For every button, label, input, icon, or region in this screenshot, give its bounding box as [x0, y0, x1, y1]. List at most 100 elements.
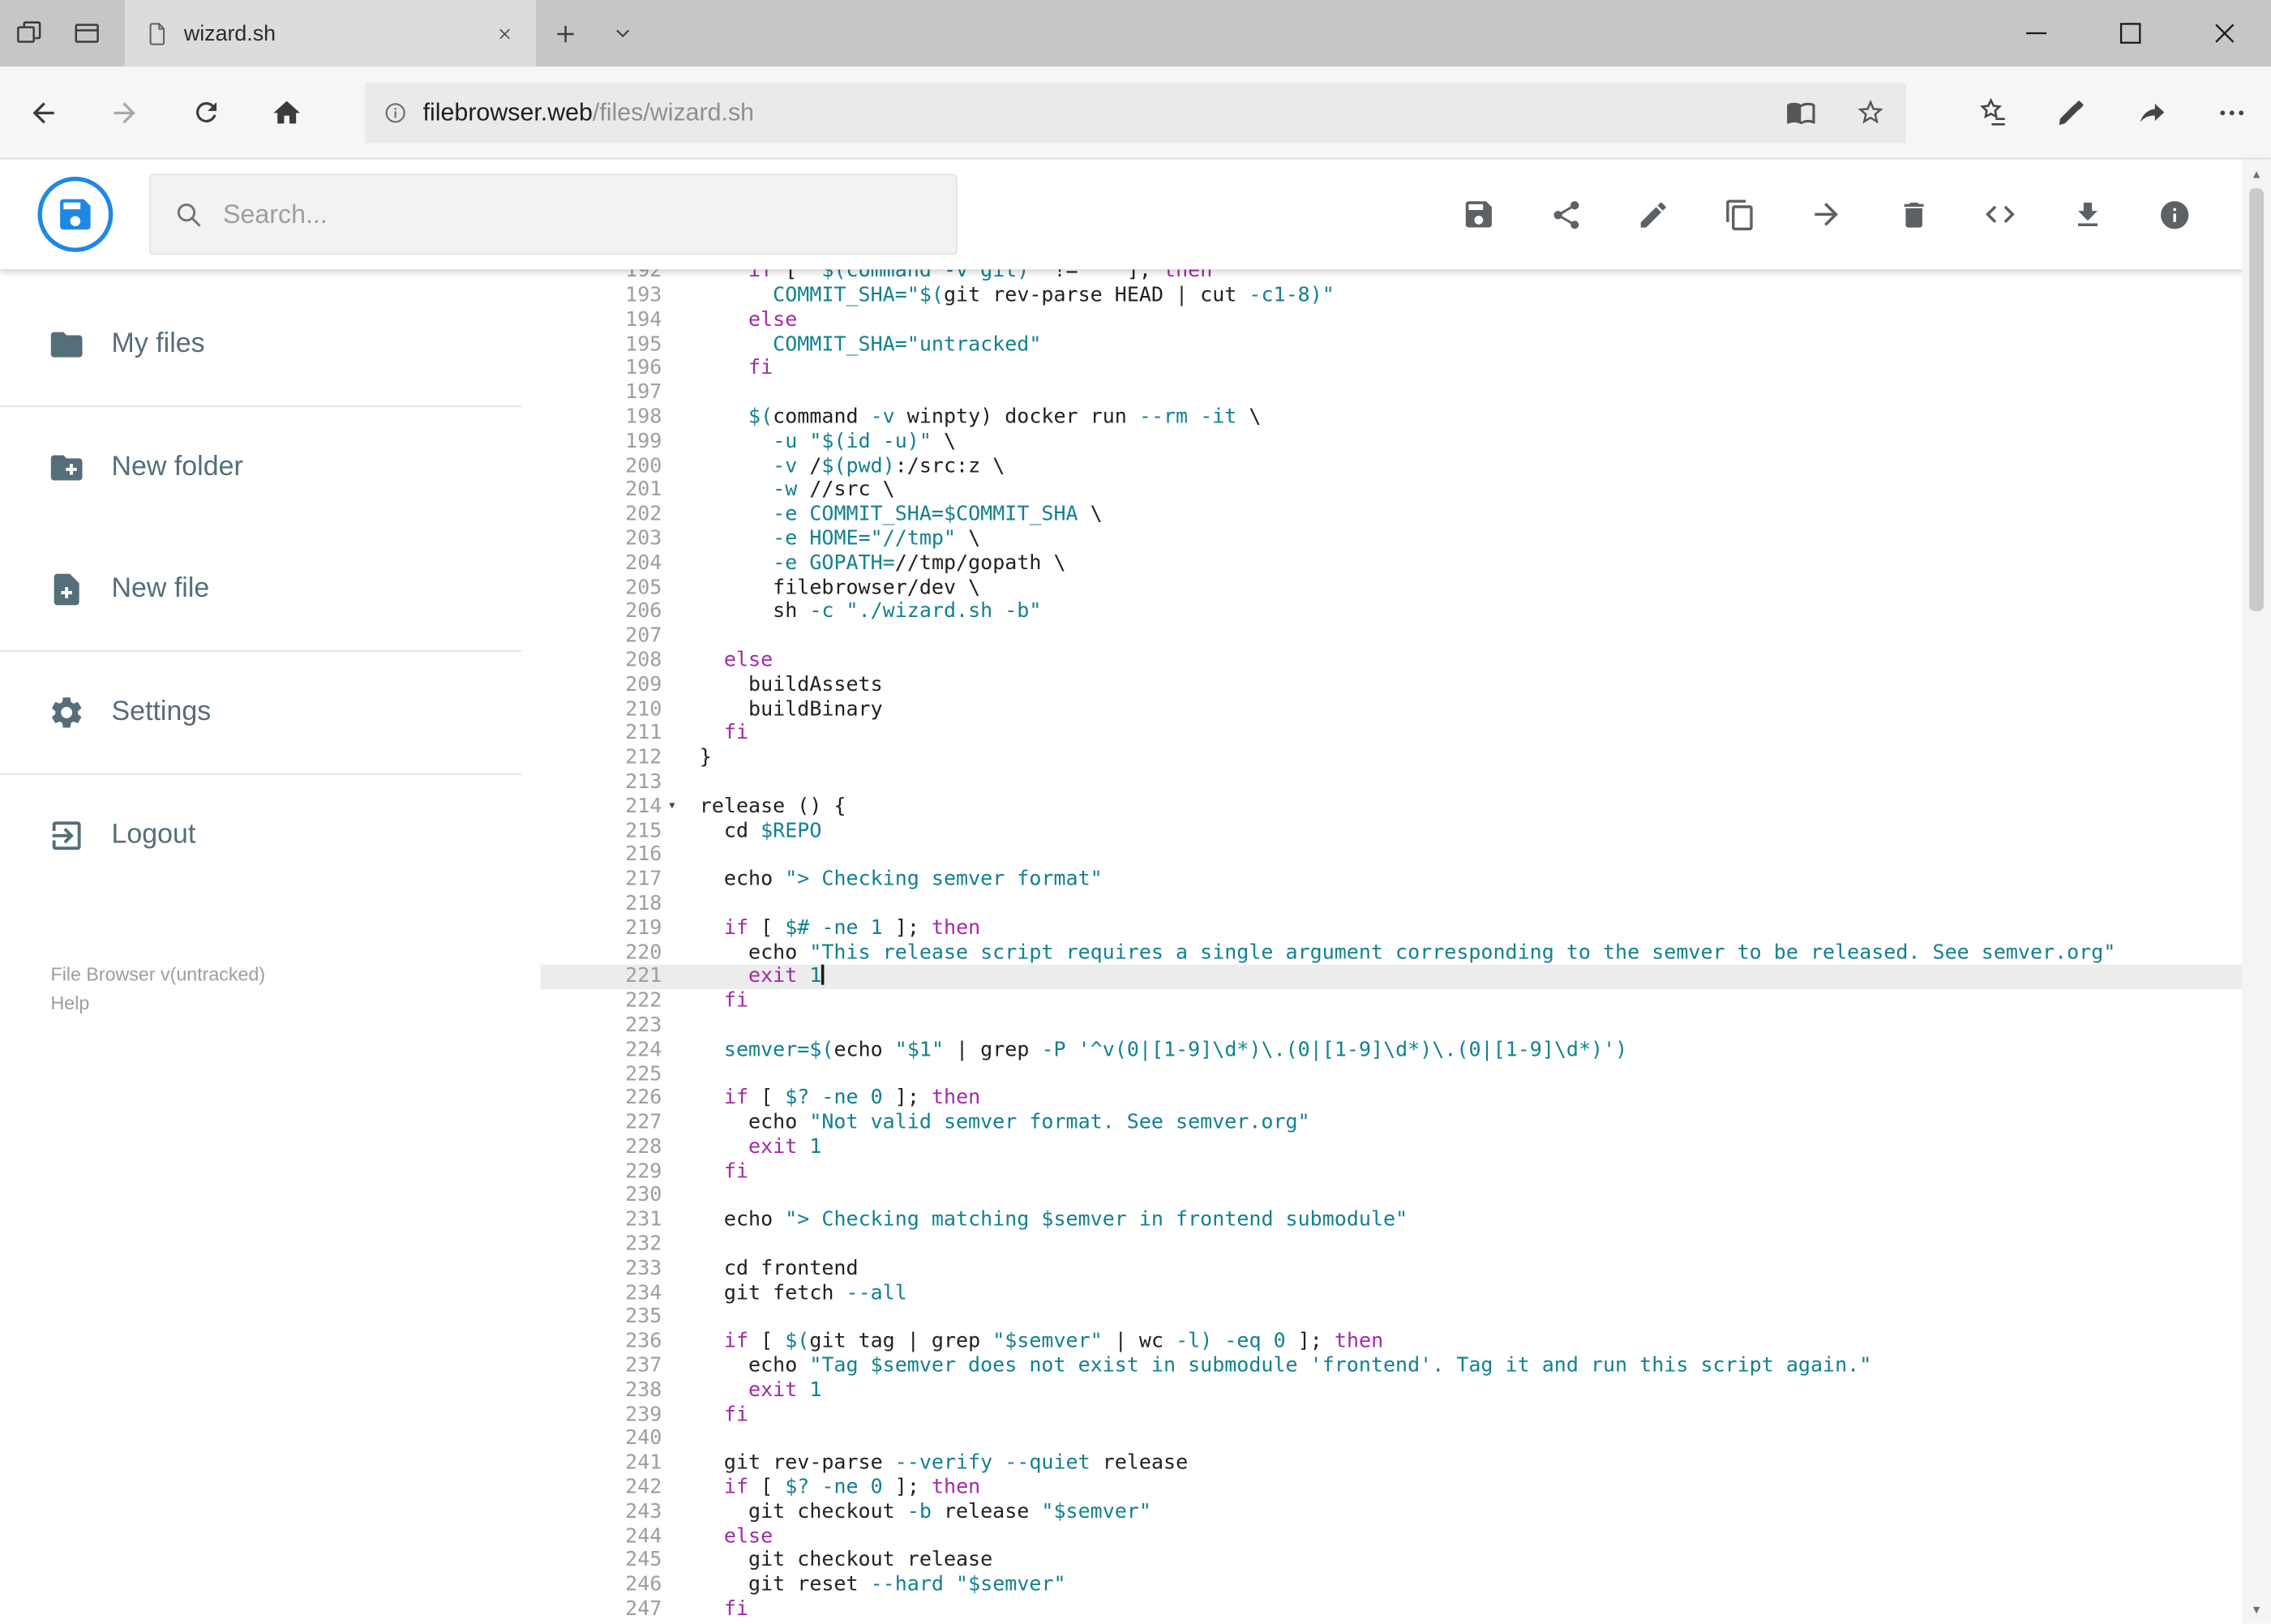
code-line[interactable]: 241 git rev-parse --verify --quiet relea… [540, 1451, 2271, 1476]
share-button[interactable] [2112, 80, 2192, 144]
code-line[interactable]: 192 if [ "$(command -v git)" != "" ]; th… [540, 269, 2271, 284]
info-button[interactable] [2157, 197, 2192, 232]
search-input[interactable] [223, 199, 933, 230]
code-line[interactable]: 207 [540, 624, 2271, 649]
scrollbar-thumb[interactable] [2249, 188, 2265, 611]
code-line[interactable]: 223 [540, 1013, 2271, 1038]
raw-view-button[interactable] [1983, 197, 2018, 232]
move-button[interactable] [1809, 197, 1844, 232]
code-editor[interactable]: 192 if [ "$(command -v git)" != "" ]; th… [540, 269, 2271, 1624]
sidebar-item-new-file[interactable]: New file [0, 529, 540, 650]
code-line[interactable]: 246 git reset --hard "$semver" [540, 1573, 2271, 1597]
code-line[interactable]: 208 else [540, 649, 2271, 673]
code-line[interactable]: 203 -e HOME="//tmp" \ [540, 527, 2271, 551]
code-line[interactable]: 229 fi [540, 1159, 2271, 1184]
sidebar-item-my-files[interactable]: My files [0, 284, 540, 405]
sidebar-item-settings[interactable]: Settings [0, 652, 540, 773]
code-line[interactable]: 209 buildAssets [540, 673, 2271, 697]
code-line[interactable]: 236 if [ $(git tag | grep "$semver" | wc… [540, 1330, 2271, 1354]
code-line[interactable]: 195 COMMIT_SHA="untracked" [540, 332, 2271, 357]
sidebar-item-new-folder[interactable]: New folder [0, 407, 540, 529]
code-line[interactable]: 233 cd frontend [540, 1257, 2271, 1281]
code-line[interactable]: 244 else [540, 1524, 2271, 1549]
scroll-down-arrow-icon[interactable]: ▼ [2242, 1595, 2271, 1624]
code-line[interactable]: 247 fi [540, 1597, 2271, 1622]
forward-button[interactable] [92, 80, 156, 144]
code-line[interactable]: 230 [540, 1184, 2271, 1208]
refresh-button[interactable] [174, 80, 238, 144]
code-line[interactable]: 238 exit 1 [540, 1378, 2271, 1403]
set-tabs-aside-button[interactable] [0, 0, 58, 66]
code-line[interactable]: 239 fi [540, 1403, 2271, 1427]
code-line[interactable]: 227 echo "Not valid semver format. See s… [540, 1111, 2271, 1135]
code-line[interactable]: 219 if [ $# -ne 1 ]; then [540, 916, 2271, 941]
code-line[interactable]: 216 [540, 843, 2271, 868]
code-line[interactable]: 231 echo "> Checking matching $semver in… [540, 1208, 2271, 1232]
download-button[interactable] [2070, 197, 2105, 232]
scroll-up-arrow-icon[interactable]: ▲ [2242, 159, 2271, 188]
code-line[interactable]: 205 filebrowser/dev \ [540, 576, 2271, 600]
code-line[interactable]: 210 buildBinary [540, 697, 2271, 722]
address-bar[interactable]: filebrowser.web/files/wizard.sh [365, 81, 1906, 143]
fold-marker-icon[interactable]: ▾ [662, 795, 682, 819]
back-button[interactable] [11, 80, 75, 144]
code-line[interactable]: 245 git checkout release [540, 1549, 2271, 1573]
tab-close-button[interactable] [490, 19, 519, 48]
code-line[interactable]: 197 [540, 381, 2271, 405]
code-line[interactable]: 211 fi [540, 722, 2271, 746]
rename-button[interactable] [1635, 197, 1670, 232]
code-line[interactable]: 242 if [ $? -ne 0 ]; then [540, 1476, 2271, 1500]
code-line[interactable]: 213 [540, 770, 2271, 795]
code-line[interactable]: 200 -v /$(pwd):/src:z \ [540, 454, 2271, 478]
code-line[interactable]: 193 COMMIT_SHA="$(git rev-parse HEAD | c… [540, 284, 2271, 308]
code-line[interactable]: 196 fi [540, 357, 2271, 381]
code-line[interactable]: 204 -e GOPATH=//tmp/gopath \ [540, 551, 2271, 576]
settings-more-button[interactable] [2192, 80, 2271, 144]
code-line[interactable]: 224 semver=$(echo "$1" | grep -P '^v(0|[… [540, 1038, 2271, 1062]
web-note-button[interactable] [2032, 80, 2111, 144]
code-line[interactable]: 232 [540, 1232, 2271, 1257]
code-line[interactable]: 237 echo "Tag $semver does not exist in … [540, 1354, 2271, 1378]
code-line[interactable]: 212} [540, 746, 2271, 770]
minimize-button[interactable] [1989, 0, 2083, 66]
code-line[interactable]: 222 fi [540, 989, 2271, 1013]
code-line[interactable]: 221 exit 1 [540, 965, 2271, 990]
delete-button[interactable] [1896, 197, 1930, 232]
app-logo[interactable] [37, 176, 114, 252]
new-tab-button[interactable] [536, 0, 593, 66]
code-line[interactable]: 214 ▾ release () { [540, 795, 2271, 819]
code-line[interactable]: 234 git fetch --all [540, 1281, 2271, 1305]
code-line[interactable]: 198 $(command -v winpty) docker run --rm… [540, 405, 2271, 430]
search-box[interactable] [148, 174, 958, 255]
site-info-icon[interactable] [383, 99, 409, 125]
save-button[interactable] [1461, 197, 1496, 232]
code-line[interactable]: 226 if [ $? -ne 0 ]; then [540, 1086, 2271, 1111]
maximize-button[interactable] [2083, 0, 2177, 66]
reading-view-button[interactable] [1785, 96, 1816, 128]
code-line[interactable]: 218 [540, 892, 2271, 916]
code-line[interactable]: 199 -u "$(id -u)" \ [540, 430, 2271, 454]
sidebar-item-logout[interactable]: Logout [0, 775, 540, 897]
add-favorite-button[interactable] [1854, 96, 1886, 128]
code-line[interactable]: 243 git checkout -b release "$semver" [540, 1500, 2271, 1524]
code-line[interactable]: 235 [540, 1305, 2271, 1330]
code-line[interactable]: 201 -w //src \ [540, 478, 2271, 503]
code-line[interactable]: 220 echo "This release script requires a… [540, 941, 2271, 965]
code-line[interactable]: 194 else [540, 308, 2271, 332]
tab-preview-button[interactable] [58, 0, 115, 66]
help-link[interactable]: Help [51, 989, 541, 1018]
share-file-button[interactable] [1549, 197, 1583, 232]
code-line[interactable]: 215 cd $REPO [540, 819, 2271, 843]
browser-tab[interactable]: wizard.sh [124, 0, 536, 67]
home-button[interactable] [255, 80, 319, 144]
code-line[interactable]: 228 exit 1 [540, 1135, 2271, 1159]
page-scrollbar[interactable]: ▲ ▼ [2242, 159, 2271, 1624]
hub-button[interactable] [1952, 80, 2032, 144]
code-line[interactable]: 225 [540, 1062, 2271, 1086]
code-line[interactable]: 206 sh -c "./wizard.sh -b" [540, 600, 2271, 624]
code-line[interactable]: 202 -e COMMIT_SHA=$COMMIT_SHA \ [540, 503, 2271, 527]
close-window-button[interactable] [2177, 0, 2271, 66]
show-tab-previews-button[interactable] [593, 0, 651, 66]
code-line[interactable]: 217 echo "> Checking semver format" [540, 868, 2271, 892]
code-line[interactable]: 240 [540, 1427, 2271, 1451]
